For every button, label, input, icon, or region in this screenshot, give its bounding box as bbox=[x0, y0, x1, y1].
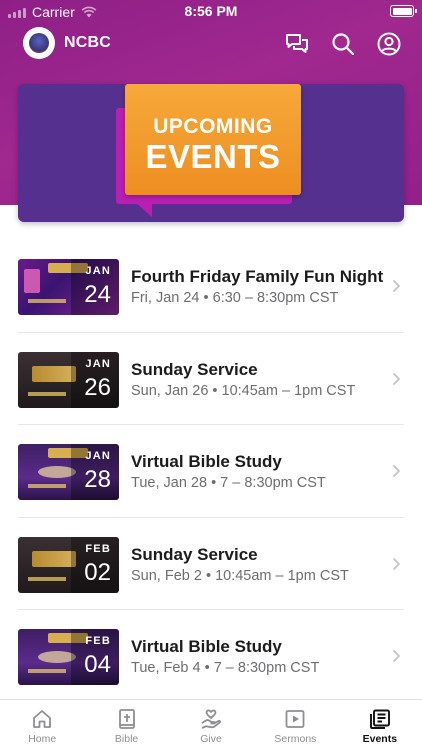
tab-sermons[interactable]: Sermons bbox=[253, 700, 337, 750]
event-row[interactable]: JAN 26 Sunday Service Sun, Jan 26 • 10:4… bbox=[18, 333, 404, 425]
event-day: 28 bbox=[84, 466, 111, 493]
chevron-right-icon bbox=[393, 557, 400, 570]
event-title: Virtual Bible Study bbox=[131, 637, 282, 656]
chevron-right-icon bbox=[393, 280, 400, 292]
event-month: JAN bbox=[85, 357, 111, 370]
event-datetime: Fri, Jan 24 • 6:30 – 8:30pm CST bbox=[131, 290, 339, 306]
bible-icon bbox=[118, 709, 135, 729]
event-month: JAN bbox=[85, 265, 111, 277]
chevron-right-icon bbox=[393, 465, 400, 477]
event-thumbnail: JAN 28 bbox=[18, 444, 119, 500]
chevron-right-icon bbox=[393, 650, 400, 662]
tab-bible[interactable]: Bible bbox=[84, 700, 168, 750]
tab-events[interactable]: Events bbox=[338, 700, 422, 750]
give-icon bbox=[201, 709, 221, 729]
event-day: 04 bbox=[84, 651, 111, 678]
event-thumbnail: JAN 24 bbox=[18, 259, 119, 315]
search-icon[interactable] bbox=[330, 31, 356, 57]
event-row[interactable]: FEB 02 Sunday Service Sun, Feb 2 • 10:45… bbox=[18, 518, 404, 610]
event-title: Sunday Service bbox=[131, 544, 258, 564]
banner-line-2: EVENTS bbox=[145, 138, 281, 175]
tab-home-label: Home bbox=[28, 733, 57, 745]
event-day: 02 bbox=[84, 558, 111, 586]
event-day: 26 bbox=[84, 373, 111, 401]
bottom-tab-bar: Home Bible Give Sermons Events bbox=[0, 699, 422, 750]
events-list: JAN 24 Fourth Friday Family Fun Night Fr… bbox=[0, 240, 422, 703]
upcoming-events-banner: UPCOMING EVENTS bbox=[18, 84, 404, 222]
events-icon bbox=[369, 709, 390, 729]
church-logo[interactable] bbox=[23, 27, 55, 59]
event-thumbnail: FEB 04 bbox=[18, 629, 119, 685]
tab-give-label: Give bbox=[200, 733, 222, 745]
event-title: Virtual Bible Study bbox=[131, 452, 282, 471]
event-datetime: Tue, Feb 4 • 7 – 8:30pm CST bbox=[131, 660, 320, 676]
battery-icon bbox=[390, 5, 417, 17]
event-month: FEB bbox=[85, 542, 111, 555]
banner-speech-bubble: UPCOMING EVENTS bbox=[125, 84, 301, 195]
tab-give[interactable]: Give bbox=[169, 700, 253, 750]
chevron-right-icon bbox=[393, 372, 400, 385]
event-month: JAN bbox=[85, 450, 111, 462]
profile-icon[interactable] bbox=[376, 31, 402, 57]
event-row[interactable]: FEB 04 Virtual Bible Study Tue, Feb 4 • … bbox=[18, 610, 404, 703]
event-day: 24 bbox=[84, 281, 111, 308]
event-datetime: Sun, Jan 26 • 10:45am – 1pm CST bbox=[131, 382, 356, 399]
tab-sermons-label: Sermons bbox=[274, 733, 317, 745]
app-bar-actions bbox=[284, 31, 402, 57]
event-title: Fourth Friday Family Fun Night bbox=[131, 267, 384, 286]
event-title: Sunday Service bbox=[131, 359, 258, 379]
event-datetime: Tue, Jan 28 • 7 – 8:30pm CST bbox=[131, 475, 326, 491]
status-time: 8:56 PM bbox=[184, 3, 238, 19]
banner-line-1: UPCOMING bbox=[153, 115, 273, 138]
event-thumbnail: JAN 26 bbox=[18, 351, 119, 408]
chat-bubbles-icon[interactable] bbox=[284, 31, 310, 57]
tab-bible-label: Bible bbox=[114, 733, 139, 745]
event-thumbnail: FEB 02 bbox=[18, 536, 119, 593]
event-row[interactable]: JAN 24 Fourth Friday Family Fun Night Fr… bbox=[18, 240, 404, 333]
event-datetime: Sun, Feb 2 • 10:45am – 1pm CST bbox=[131, 567, 349, 584]
event-month: FEB bbox=[85, 635, 111, 647]
event-row[interactable]: JAN 28 Virtual Bible Study Tue, Jan 28 •… bbox=[18, 425, 404, 518]
tab-events-label: Events bbox=[362, 733, 398, 745]
status-bar: Carrier 8:56 PM bbox=[0, 0, 422, 24]
app-bar: NCBC bbox=[0, 26, 422, 62]
home-icon bbox=[33, 710, 52, 728]
tab-home[interactable]: Home bbox=[0, 700, 84, 750]
sermons-icon bbox=[286, 710, 305, 728]
app-title: NCBC bbox=[64, 34, 112, 51]
